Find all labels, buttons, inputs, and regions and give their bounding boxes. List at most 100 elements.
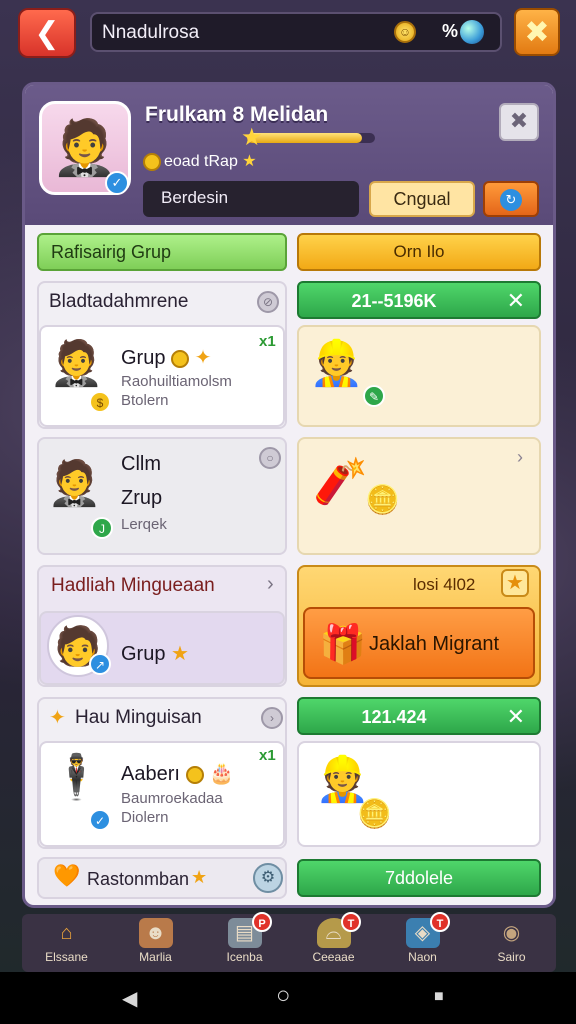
nav-label: Icenba [226, 950, 263, 964]
coin-icon [171, 349, 190, 368]
system-recents-icon[interactable]: ■ [434, 988, 444, 1006]
xp-progress-bar [247, 133, 375, 143]
cake-icon: 🎂 [209, 763, 234, 785]
member-avatar: 🤵 [49, 339, 104, 388]
favorite-star-button[interactable]: ✖ [514, 8, 560, 56]
rank-label: x1 [259, 747, 276, 764]
leaf-badge-icon: ✎ [363, 385, 385, 407]
star-icon: ★ [501, 569, 529, 597]
coin-icon: ☺ [394, 21, 416, 43]
level-badge-icon: J [91, 517, 113, 539]
member-name: Cllm Zrup [121, 453, 163, 509]
section-title: Hau Minguisan [75, 707, 202, 728]
back-button[interactable]: ❮ [18, 8, 76, 58]
reward-counter: losi 4l02 [413, 575, 476, 594]
profile-header: 🤵 ✓ Frulkam 8 Melidan ★ eoad tRap ★ ✖ Be… [25, 85, 553, 225]
grup-button[interactable]: Cngual [369, 181, 475, 217]
settings-icon[interactable]: ⚙ [253, 863, 283, 893]
counter-value: 21--5196K [351, 291, 437, 311]
xp-star-icon: ★ [241, 124, 263, 151]
nav-item-marlia[interactable]: ☻ Marlia [111, 914, 200, 972]
player-name-field[interactable]: Nnadulrosa ☺ % [90, 12, 502, 52]
member-subtitle: Baumroekadaa Diolern [121, 790, 223, 826]
coin-badge-icon: $ [89, 391, 111, 413]
nav-label: Marlia [139, 950, 172, 964]
nav-item-icenba[interactable]: ▤ P Icenba [200, 912, 289, 972]
section-title: Rastonmban [87, 869, 190, 889]
counter-bar[interactable]: 21--5196K ✕ [297, 281, 541, 319]
profile-input-field[interactable]: Berdesin [143, 181, 359, 217]
close-icon: ✖ [509, 108, 529, 133]
check-badge-icon: ✓ [89, 809, 111, 831]
notification-badge: P [252, 912, 272, 932]
chevron-right-icon[interactable]: › [261, 707, 283, 729]
nav-item-ceeaae[interactable]: ⌓ T Ceeaae [289, 912, 378, 972]
system-home-icon[interactable]: ○ [276, 982, 291, 1010]
potion-icon: 🧡 [53, 863, 81, 888]
coins-icon: 🪙 [365, 484, 400, 515]
star-icon: ✦ [194, 347, 212, 369]
home-icon: ⌂ [60, 922, 73, 944]
counter-bar[interactable]: 121.424 ✕ [297, 697, 541, 735]
star-icon: ✖ [524, 15, 550, 49]
sparkle-icon: ✦ [49, 707, 66, 729]
group-panel: 🤵 ✓ Frulkam 8 Melidan ★ eoad tRap ★ ✖ Be… [22, 82, 556, 908]
close-icon[interactable]: ✕ [507, 288, 525, 314]
info-icon[interactable]: ○ [259, 447, 281, 469]
claim-reward-button[interactable]: 🎁 Jaklah Migrant [303, 607, 535, 679]
nav-item-home[interactable]: ⌂ Elssane [22, 914, 111, 972]
nav-item-naon[interactable]: ◈ T Naon [378, 912, 467, 972]
percent-label: % [442, 21, 459, 41]
nav-label: Naon [408, 950, 437, 964]
character-icon: ☻ [138, 918, 173, 948]
system-nav-bar: ◀ ○ ■ [0, 972, 576, 1024]
top-bar: ❮ Nnadulrosa ☺ % ✖ [0, 0, 576, 66]
action-button[interactable]: 7ddolele [297, 859, 541, 897]
settings-icon: ◉ [502, 922, 521, 944]
bottom-nav: ⌂ Elssane ☻ Marlia ▤ P Icenba ⌓ T Ceeaae… [22, 912, 556, 972]
coin-icon [185, 765, 204, 784]
coin-icon [143, 152, 161, 171]
back-arrow-icon: ❮ [34, 16, 60, 50]
member-avatar: 🕴 [49, 753, 104, 802]
member-subtitle: Raohuiltiamolsm Btolern [121, 373, 232, 409]
profile-name: Frulkam 8 Melidan [145, 103, 329, 126]
close-icon[interactable]: ✕ [507, 704, 525, 730]
member-subtitle: Lerqek [121, 516, 167, 533]
nav-item-sairo[interactable]: ◉ Sairo [467, 914, 556, 972]
tab-rafisairig-grup[interactable]: Rafisairig Grup [37, 233, 287, 271]
chevron-right-icon[interactable]: › [517, 447, 523, 468]
member-name: Grup ★ [121, 643, 189, 665]
counter-value: 121.424 [361, 707, 427, 727]
section-title: Bladtadahmrene [49, 291, 189, 312]
star-icon: ★ [191, 867, 208, 887]
claim-reward-label: Jaklah Migrant [369, 633, 500, 655]
member-avatar: 🤵 [47, 459, 102, 508]
profile-subtitle: eoad tRap ★ [143, 151, 257, 171]
coin-icon: 🪙 [357, 798, 392, 829]
member-name: Grup ✦ [121, 347, 212, 369]
rank-label: x1 [259, 333, 276, 350]
close-button[interactable]: ✖ [499, 103, 539, 141]
star-icon: ★ [171, 643, 189, 665]
share-icon: ↻ [500, 189, 522, 211]
orb-icon [460, 20, 484, 44]
section-title: Hadliah Mingueaan [51, 575, 215, 596]
helmet-character-icon: 👷 [309, 339, 364, 388]
player-name-text: Nnadulrosa [102, 22, 200, 43]
notification-badge: T [341, 912, 361, 932]
nav-label: Elssane [45, 950, 88, 964]
sparkle-star-icon: ★ [242, 153, 257, 170]
system-back-icon[interactable]: ◀ [122, 986, 137, 1011]
share-button[interactable]: ↻ [483, 181, 539, 217]
member-name: Aaberı 🎂 [121, 763, 234, 785]
rocket-coins-icon: 🧨 [313, 457, 368, 506]
boost-badge-icon: ↗ [89, 653, 111, 675]
verified-badge-icon: ✓ [105, 171, 129, 195]
notification-badge: T [430, 912, 450, 932]
tab-orn-ilo[interactable]: Orn Ilo [297, 233, 541, 271]
profile-subtitle-text: eoad tRap [164, 153, 238, 170]
nav-label: Ceeaae [312, 950, 355, 964]
info-icon[interactable]: ⊘ [257, 291, 279, 313]
chevron-right-icon[interactable]: › [267, 573, 274, 596]
